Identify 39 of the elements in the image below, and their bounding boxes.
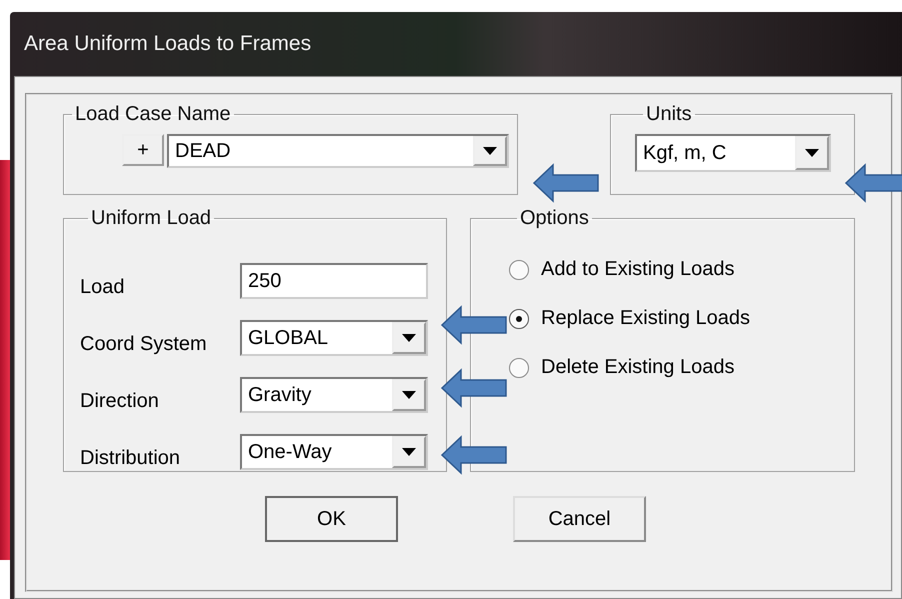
caret-icon [402, 448, 416, 456]
input-field[interactable]: 250 [240, 263, 428, 299]
dialog-button[interactable]: Cancel [513, 496, 646, 542]
caret-icon [402, 334, 416, 342]
dropdown-button[interactable] [392, 436, 426, 468]
dropdown-button[interactable] [795, 136, 829, 170]
caret-icon [805, 149, 819, 157]
field-label: Distribution [80, 447, 182, 470]
dropdown-field[interactable]: One-Way [240, 434, 428, 470]
field-label: Direction [80, 390, 160, 413]
arrow-icon [533, 163, 599, 203]
dropdown-button[interactable] [473, 136, 507, 166]
dropdown-field[interactable]: Gravity [240, 377, 428, 413]
window-title: Area Uniform Loads to Frames [24, 32, 312, 56]
group-label: Units [645, 103, 693, 126]
units-dropdown[interactable]: Kgf, m, C [635, 134, 831, 172]
dropdown-button[interactable] [392, 322, 426, 354]
field-label: Load [80, 276, 126, 299]
caret-icon [483, 147, 497, 155]
option-label[interactable]: Add to Existing Loads [541, 258, 734, 281]
group-label: Uniform Load [90, 207, 212, 230]
arrow-icon [441, 368, 507, 408]
add-button[interactable]: + [122, 134, 164, 166]
radio-button[interactable] [509, 308, 529, 328]
option-label[interactable]: Delete Existing Loads [541, 356, 734, 379]
field-label: Coord System [80, 333, 208, 356]
radio-button[interactable] [509, 260, 529, 280]
arrow-icon [845, 163, 902, 203]
radio-button[interactable] [509, 358, 529, 378]
option-label[interactable]: Replace Existing Loads [541, 307, 750, 330]
arrow-icon [441, 305, 507, 345]
caret-icon [402, 391, 416, 399]
arrow-icon [441, 435, 507, 475]
dropdown-button[interactable] [392, 379, 426, 411]
dropdown-field[interactable]: GLOBAL [240, 320, 428, 356]
group-label: Load Case Name [74, 103, 232, 126]
dialog-button[interactable]: OK [265, 496, 398, 542]
load-case-dropdown[interactable]: DEAD [167, 134, 509, 168]
group-label: Options [519, 207, 590, 230]
